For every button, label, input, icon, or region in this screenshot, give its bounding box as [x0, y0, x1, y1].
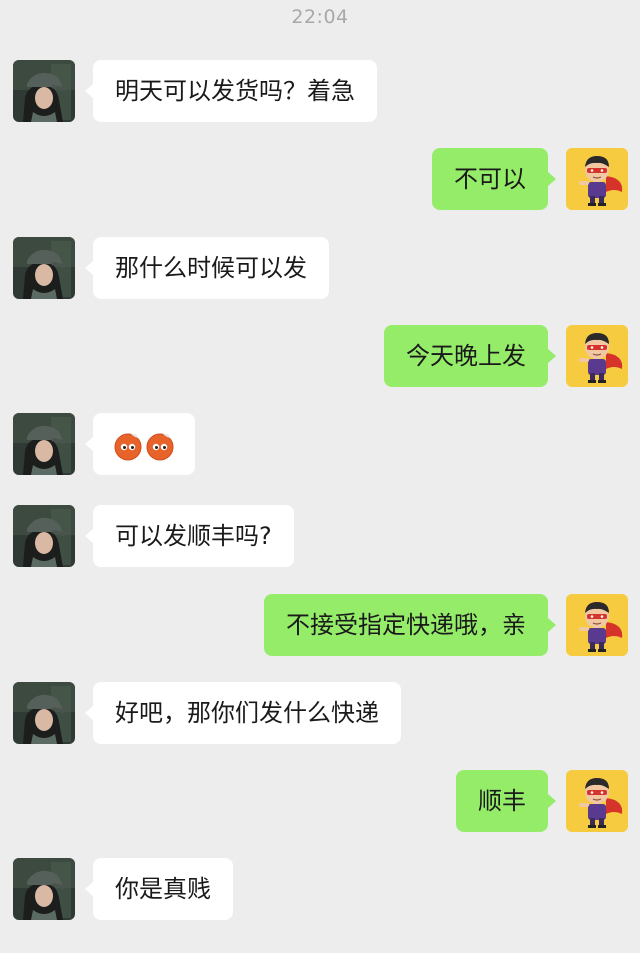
incoming-message-bubble[interactable]: 可以发顺丰吗?	[85, 505, 294, 567]
incoming-message-bubble[interactable]: 好吧，那你们发什么快递	[85, 682, 401, 744]
message-row: 今天晚上发	[0, 325, 640, 389]
outgoing-message-bubble[interactable]: 不接受指定快递哦，亲	[264, 594, 556, 656]
message-row	[0, 413, 640, 477]
message-row: 顺丰	[0, 770, 640, 834]
incoming-message-bubble[interactable]: 那什么时候可以发	[85, 237, 329, 299]
message-row: 那什么时候可以发	[0, 237, 640, 301]
girl-cap-avatar-icon[interactable]	[13, 858, 75, 920]
girl-cap-avatar-icon[interactable]	[13, 505, 75, 567]
girl-cap-avatar-icon[interactable]	[13, 413, 75, 475]
cartoon-superhero-avatar-icon[interactable]	[566, 594, 628, 656]
message-row: 好吧，那你们发什么快递	[0, 682, 640, 746]
outgoing-message-bubble[interactable]: 顺丰	[456, 770, 556, 832]
cartoon-superhero-avatar-icon[interactable]	[566, 325, 628, 387]
message-row: 不接受指定快递哦，亲	[0, 594, 640, 658]
incoming-emoji-bubble[interactable]	[85, 413, 195, 476]
orange-face-emoji-icon	[145, 431, 175, 461]
message-timestamp: 22:04	[291, 6, 349, 28]
message-row: 你是真贱	[0, 858, 640, 922]
orange-face-emoji-icon	[113, 431, 143, 461]
incoming-message-bubble[interactable]: 你是真贱	[85, 858, 233, 920]
girl-cap-avatar-icon[interactable]	[13, 60, 75, 122]
cartoon-superhero-avatar-icon[interactable]	[566, 770, 628, 832]
girl-cap-avatar-icon[interactable]	[13, 682, 75, 744]
message-row: 可以发顺丰吗?	[0, 505, 640, 569]
incoming-message-bubble[interactable]: 明天可以发货吗？着急	[85, 60, 377, 122]
outgoing-message-bubble[interactable]: 不可以	[432, 148, 556, 210]
emoji-group	[113, 414, 177, 476]
message-row: 明天可以发货吗？着急	[0, 60, 640, 124]
message-row: 不可以	[0, 148, 640, 212]
outgoing-message-bubble[interactable]: 今天晚上发	[384, 325, 556, 387]
cartoon-superhero-avatar-icon[interactable]	[566, 148, 628, 210]
girl-cap-avatar-icon[interactable]	[13, 237, 75, 299]
chat-window: 22:04 明天可以发货吗？着急 不可以 那什么时候可以发 今天晚上发 可以发顺…	[0, 0, 640, 953]
